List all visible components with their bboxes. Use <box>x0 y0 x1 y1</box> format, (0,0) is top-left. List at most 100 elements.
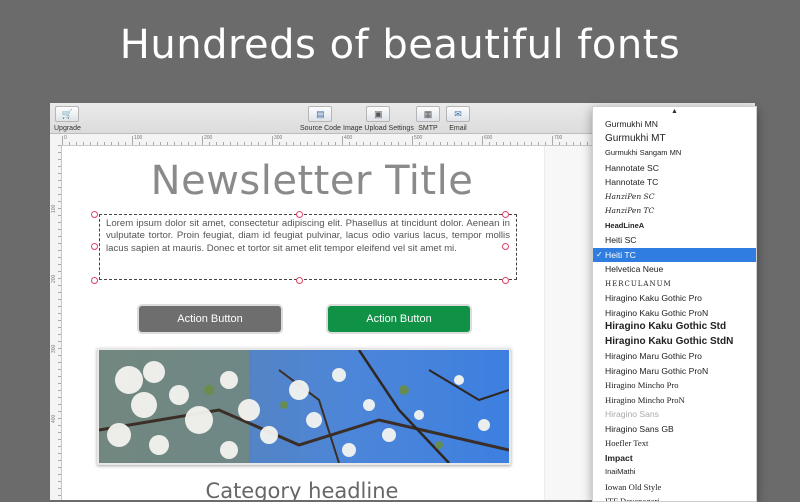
font-menu-item[interactable]: Hiragino Kaku Gothic StdN <box>593 335 756 350</box>
newsletter-title[interactable]: Newsletter Title <box>62 158 562 204</box>
ruler-minor-tick <box>58 292 61 293</box>
font-menu-item[interactable]: HanziPen TC <box>593 204 756 219</box>
font-menu-item[interactable]: Herculanum <box>593 277 756 292</box>
font-menu-item[interactable]: ✓ Heiti TC <box>593 247 756 262</box>
ruler-minor-tick <box>132 142 133 145</box>
font-menu-item[interactable]: Heiti SC <box>593 233 756 248</box>
font-menu-item[interactable]: Hiragino Mincho Pro <box>593 378 756 393</box>
font-menu-item[interactable]: Hannotate TC <box>593 175 756 190</box>
ruler-label: 0 <box>64 135 67 141</box>
font-menu-item[interactable]: Hiragino Maru Gothic Pro <box>593 349 756 364</box>
resize-handle[interactable] <box>296 211 303 218</box>
ruler-minor-tick <box>272 142 273 145</box>
font-menu-item[interactable]: Impact <box>593 451 756 466</box>
ruler-label: 200 <box>204 135 213 141</box>
resize-handle[interactable] <box>502 277 509 284</box>
font-menu-item-label: Hiragino Mincho ProN <box>605 394 685 405</box>
font-menu-item-label: Gurmukhi MN <box>605 119 659 129</box>
resize-handle[interactable] <box>296 277 303 284</box>
font-menu-item-label: Hiragino Kaku Gothic ProN <box>605 307 709 318</box>
ruler-minor-tick <box>58 152 61 153</box>
ruler-minor-tick <box>370 142 371 145</box>
font-menu-item[interactable]: Helvetica Neue <box>593 262 756 277</box>
ruler-minor-tick <box>559 142 560 145</box>
font-menu-item[interactable]: HanziPen SC <box>593 190 756 205</box>
font-menu-item[interactable]: Hiragino Kaku Gothic Std <box>593 320 756 335</box>
scroll-up-arrow[interactable]: ▲ <box>593 107 756 117</box>
action-button-green[interactable]: Action Button <box>328 306 470 332</box>
ruler-minor-tick <box>377 142 378 145</box>
font-menu-item[interactable]: Gurmukhi MT <box>593 132 756 147</box>
code-icon: ▤ <box>308 106 333 122</box>
ruler-minor-tick <box>58 264 61 265</box>
font-menu-item-label: Hiragino Kaku Gothic StdN <box>605 335 734 347</box>
ruler-minor-tick <box>328 142 329 145</box>
font-menu[interactable]: ▲ Gurmukhi MN Gurmukhi MT Gurmukhi Sangam … <box>592 106 757 502</box>
font-menu-item[interactable]: Hiragino Mincho ProN <box>593 393 756 408</box>
ruler-minor-tick <box>58 180 61 181</box>
image-upload-settings-button[interactable]: ▣ Image Upload Settings <box>343 106 414 132</box>
resize-handle[interactable] <box>502 243 509 250</box>
ruler-label: 500 <box>414 135 423 141</box>
resize-handle[interactable] <box>91 211 98 218</box>
ruler-minor-tick <box>405 142 406 145</box>
ruler-label: 700 <box>554 135 563 141</box>
ruler-minor-tick <box>349 142 350 145</box>
ruler-minor-tick <box>69 142 70 145</box>
ruler-minor-tick <box>58 222 61 223</box>
email-button[interactable]: ✉ Email <box>446 106 470 132</box>
font-list: Gurmukhi MN Gurmukhi MT Gurmukhi Sangam MN… <box>593 117 756 501</box>
ruler-minor-tick <box>489 142 490 145</box>
ruler-minor-tick <box>538 142 539 145</box>
smtp-button[interactable]: ▦ SMTP <box>416 106 440 132</box>
ruler-minor-tick <box>58 257 61 258</box>
resize-handle[interactable] <box>91 243 98 250</box>
font-menu-item[interactable]: Hiragino Kaku Gothic Pro <box>593 291 756 306</box>
font-menu-item[interactable]: HeadLineA <box>593 219 756 234</box>
font-menu-item[interactable]: Iowan Old Style <box>593 480 756 495</box>
image-upload-settings-label: Image Upload Settings <box>343 125 414 132</box>
font-menu-item[interactable]: Hiragino Kaku Gothic ProN <box>593 306 756 321</box>
source-code-button[interactable]: ▤ Source Code <box>300 106 341 132</box>
cart-icon: 🛒 <box>55 106 80 122</box>
font-menu-item[interactable]: InaiMathi <box>593 465 756 480</box>
ruler-minor-tick <box>482 142 483 145</box>
ruler-minor-tick <box>104 142 105 145</box>
action-button-gray[interactable]: Action Button <box>139 306 281 332</box>
font-menu-item[interactable]: Hannotate SC <box>593 161 756 176</box>
ruler-minor-tick <box>440 142 441 145</box>
ruler-minor-tick <box>587 142 588 145</box>
category-headline[interactable]: Category headline <box>62 479 542 500</box>
font-menu-item[interactable]: Gurmukhi MN <box>593 117 756 132</box>
font-menu-item-label: Heiti TC <box>605 249 636 260</box>
font-menu-item[interactable]: Hiragino Sans GB <box>593 422 756 437</box>
resize-handle[interactable] <box>91 277 98 284</box>
ruler-minor-tick <box>58 495 61 496</box>
font-menu-item[interactable]: Hiragino Maru Gothic ProN <box>593 364 756 379</box>
ruler-minor-tick <box>167 142 168 145</box>
font-menu-item[interactable]: ITF Devanagari <box>593 494 756 501</box>
newsletter-canvas[interactable]: Newsletter Title Lorem ipsum dolor sit a… <box>62 146 544 500</box>
ruler-minor-tick <box>454 142 455 145</box>
ruler-minor-tick <box>223 142 224 145</box>
body-paragraph[interactable]: Lorem ipsum dolor sit amet, consectetur … <box>99 214 517 280</box>
ruler-minor-tick <box>475 142 476 145</box>
font-menu-item[interactable]: Hiragino Sans <box>593 407 756 422</box>
blossom-photo[interactable] <box>97 348 511 465</box>
ruler-minor-tick <box>307 142 308 145</box>
ruler-minor-tick <box>58 159 61 160</box>
vertical-ruler: 100 200 300 400 <box>50 145 62 500</box>
upgrade-button[interactable]: 🛒 Upgrade <box>54 106 81 132</box>
ruler-label: 200 <box>51 274 57 283</box>
ruler-minor-tick <box>195 142 196 145</box>
font-menu-item[interactable]: Hoefler Text <box>593 436 756 451</box>
ruler-minor-tick <box>58 453 61 454</box>
ruler-minor-tick <box>510 142 511 145</box>
ruler-minor-tick <box>356 142 357 145</box>
ruler-minor-tick <box>524 142 525 145</box>
font-menu-item-label: Hannotate SC <box>605 162 659 173</box>
font-menu-item[interactable]: Gurmukhi Sangam MN <box>593 146 756 161</box>
ruler-minor-tick <box>76 142 77 145</box>
resize-handle[interactable] <box>502 211 509 218</box>
ruler-minor-tick <box>139 142 140 145</box>
